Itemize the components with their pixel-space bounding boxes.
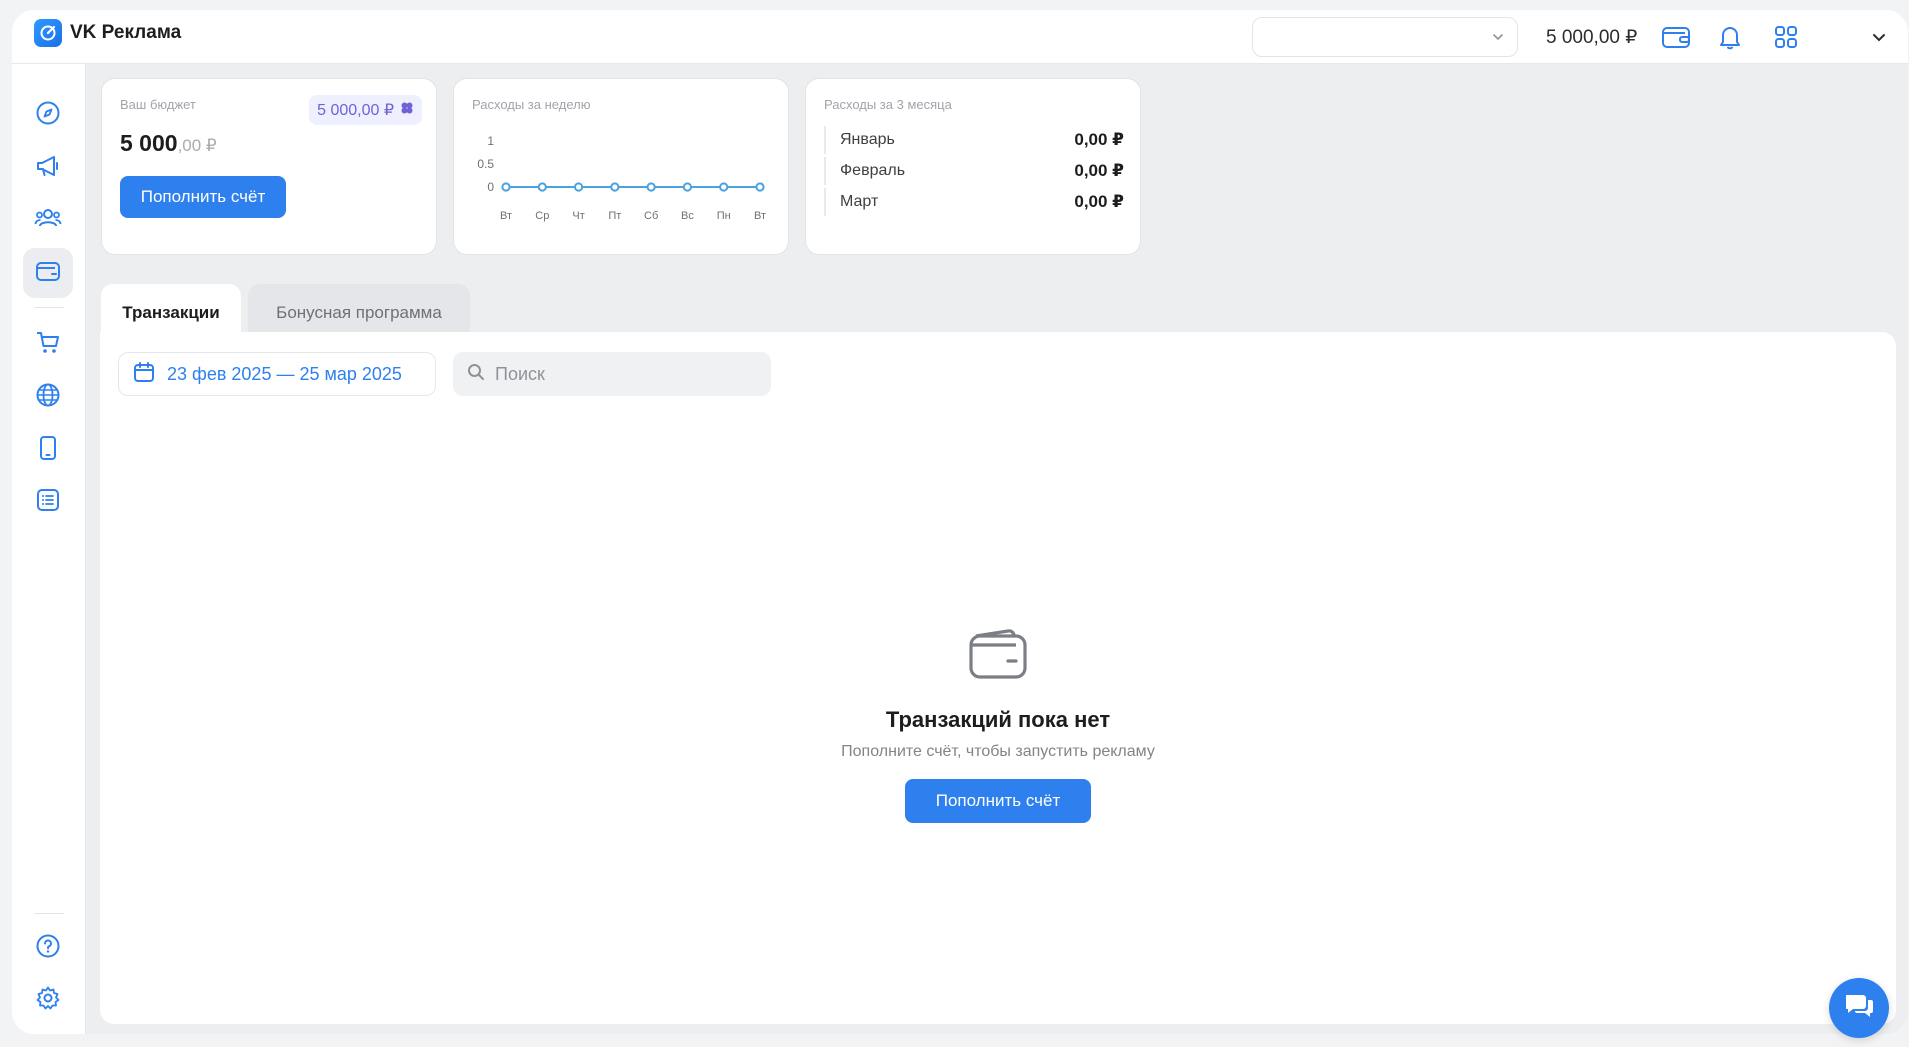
data-point: [755, 182, 765, 192]
grid-icon[interactable]: [1770, 21, 1802, 53]
search-icon: [467, 363, 485, 386]
sidebar-divider: [34, 307, 64, 308]
quarter-spend-card: Расходы за 3 месяца Январь 0,00 ₽ Феврал…: [805, 78, 1141, 255]
chevron-down-icon: [1491, 30, 1505, 49]
month-row: Март 0,00 ₽: [824, 188, 1124, 216]
empty-state-title: Транзакций пока нет: [885, 707, 1111, 732]
budget-amount: 5 000,00 ₽: [120, 130, 217, 157]
budget-card: Ваш бюджет 5 000,00 ₽ 5 000,00 ₽ Пополни…: [101, 78, 437, 255]
budget-amount-kopecks: ,00 ₽: [177, 136, 217, 155]
globe-icon: [35, 382, 61, 413]
sidebar-item-budget[interactable]: [23, 248, 73, 298]
data-point: [646, 182, 656, 192]
x-tick-label: Сб: [644, 210, 658, 222]
empty-state-topup-button[interactable]: Пополнить счёт: [905, 779, 1091, 823]
sidebar-item-help[interactable]: [23, 923, 73, 973]
app-title: VK Реклама: [70, 22, 182, 43]
x-tick-label: Пн: [717, 210, 731, 222]
month-value: 0,00 ₽: [1074, 161, 1124, 180]
sidebar-item-settings[interactable]: [23, 975, 73, 1025]
gear-icon: [35, 985, 61, 1016]
x-tick-label: Вт: [754, 210, 766, 222]
chevron-down-icon[interactable]: [1863, 21, 1895, 53]
account-select[interactable]: [1252, 17, 1518, 57]
weekly-spend-card: Расходы за неделю 1 0.5 0 Вт Ср Чт Пт Сб Вс Пн Вт: [453, 78, 789, 255]
sidebar-item-lead-forms[interactable]: [23, 477, 73, 527]
month-row: Январь 0,00 ₽: [824, 126, 1124, 154]
logo[interactable]: VK Реклама: [34, 19, 181, 47]
budget-card-title: Ваш бюджет: [120, 97, 196, 112]
bonus-badge-amount: 5 000,00 ₽: [317, 102, 394, 119]
x-tick-label: Ср: [535, 210, 549, 222]
month-name: Март: [840, 193, 879, 210]
sidebar-item-campaigns[interactable]: [23, 143, 73, 193]
data-point: [610, 182, 620, 192]
top-bar: VK Реклама 5 000,00 ₽: [12, 10, 1908, 64]
users-icon: [34, 205, 62, 236]
sidebar-item-apps[interactable]: [23, 425, 73, 475]
weekly-spend-chart: 1 0.5 0 Вт Ср Чт Пт Сб Вс Пн Вт: [477, 134, 766, 222]
chat-button[interactable]: [1829, 978, 1889, 1038]
x-tick-label: Вт: [500, 210, 512, 222]
month-row: Февраль 0,00 ₽: [824, 157, 1124, 185]
month-name: Февраль: [840, 162, 906, 179]
sidebar-item-overview[interactable]: [23, 90, 73, 140]
month-value: 0,00 ₽: [1074, 192, 1124, 211]
empty-state-subtitle: Пополните счёт, чтобы запустить рекламу: [841, 743, 1155, 760]
y-tick-label: 0.5: [477, 157, 494, 171]
sidebar-divider: [34, 913, 64, 914]
compass-icon: [35, 100, 61, 131]
app-window: VK Реклама 5 000,00 ₽ Ваш бюджет 5 000,0…: [12, 10, 1908, 1034]
y-tick-label: 0: [487, 180, 494, 194]
month-name: Январь: [840, 131, 895, 148]
sidebar: [12, 64, 86, 1034]
data-point: [501, 182, 511, 192]
wallet-icon: [35, 259, 61, 288]
transactions-panel: 23 фев 2025 — 25 мар 2025 Транзакций пок…: [100, 332, 1896, 1024]
sidebar-item-audiences[interactable]: [23, 195, 73, 245]
data-point: [537, 182, 547, 192]
quarter-spend-title: Расходы за 3 месяца: [824, 97, 952, 112]
data-point: [682, 182, 693, 192]
x-tick-label: Вс: [681, 210, 694, 222]
search-box[interactable]: [453, 352, 771, 396]
data-point: [573, 182, 584, 192]
date-range-value: 23 фев 2025 — 25 мар 2025: [167, 363, 402, 384]
budget-amount-main: 5 000: [120, 130, 178, 156]
bonus-badge[interactable]: 5 000,00 ₽: [309, 95, 422, 125]
megaphone-icon: [35, 153, 61, 184]
balance-amount[interactable]: 5 000,00 ₽: [1546, 26, 1637, 49]
cart-icon: [35, 329, 61, 360]
search-input[interactable]: [495, 363, 755, 385]
month-value: 0,00 ₽: [1074, 130, 1124, 149]
vk-logo-icon: [34, 19, 62, 47]
x-tick-label: Пт: [608, 210, 621, 222]
data-point: [719, 182, 729, 192]
list-icon: [36, 488, 60, 517]
phone-icon: [37, 435, 59, 466]
date-range-picker[interactable]: 23 фев 2025 — 25 мар 2025: [118, 352, 436, 396]
sidebar-item-ecommerce[interactable]: [23, 319, 73, 369]
empty-state: Транзакций пока нет Пополните счёт, чтоб…: [100, 628, 1896, 823]
topup-button[interactable]: Пополнить счёт: [120, 176, 286, 218]
help-icon: [35, 933, 61, 964]
bell-icon[interactable]: [1714, 21, 1746, 53]
x-tick-label: Чт: [572, 210, 584, 222]
chat-icon: [1843, 991, 1875, 1026]
wallet-icon: [968, 628, 1028, 685]
sidebar-item-sites[interactable]: [23, 372, 73, 422]
calendar-icon: [133, 361, 155, 388]
clover-icon: [400, 101, 414, 120]
wallet-icon[interactable]: [1660, 21, 1692, 53]
y-tick-label: 1: [487, 134, 494, 148]
